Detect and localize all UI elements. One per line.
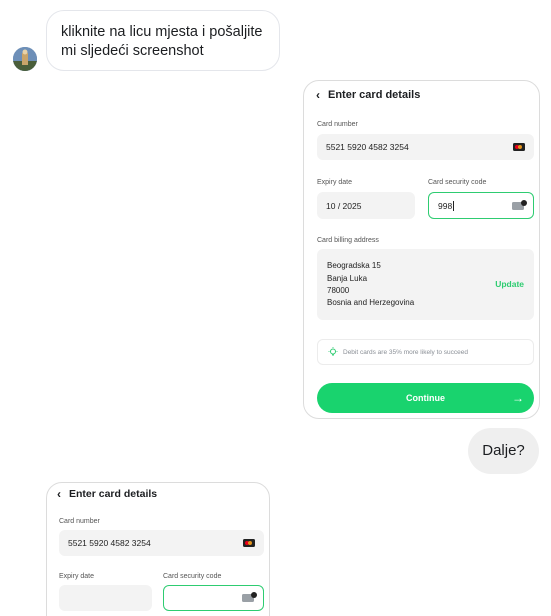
card-form-screenshot[interactable]: ‹ Enter card details Card number 5521 59…: [303, 80, 540, 419]
avatar[interactable]: [13, 47, 37, 71]
debit-tip: Debit cards are 35% more likely to succe…: [317, 339, 534, 365]
address-line: Bosnia and Herzegovina: [327, 298, 415, 307]
update-address-link[interactable]: Update: [495, 279, 524, 289]
tip-text: Debit cards are 35% more likely to succe…: [343, 348, 469, 356]
form-title: Enter card details: [69, 488, 158, 500]
expiry-label: Expiry date: [59, 573, 95, 580]
back-arrow-icon[interactable]: ‹: [316, 88, 320, 102]
address-line: Beogradska 15: [327, 261, 381, 270]
back-arrow-icon[interactable]: ‹: [57, 487, 61, 501]
lightbulb-icon: [328, 347, 338, 356]
address-line: Banja Luka: [327, 274, 368, 283]
form-title: Enter card details: [328, 89, 421, 101]
billing-label: Card billing address: [317, 237, 379, 244]
security-code-field[interactable]: [163, 585, 264, 611]
avatar-image: [13, 47, 37, 71]
card-number-value: 5521 5920 4582 3254: [68, 538, 151, 548]
incoming-message: kliknite na licu mjesta i pošaljite mi s…: [46, 10, 280, 71]
card-number-label: Card number: [317, 121, 358, 128]
card-number-field[interactable]: 5521 5920 4582 3254: [59, 530, 264, 556]
continue-button[interactable]: Continue →: [317, 383, 534, 413]
expiry-label: Expiry date: [317, 179, 353, 186]
form-header: ‹ Enter card details: [316, 88, 420, 102]
cvc-card-icon: [242, 592, 257, 602]
card-number-value: 5521 5920 4582 3254: [326, 142, 409, 152]
outgoing-message: Dalje?: [468, 428, 539, 474]
mastercard-icon: [513, 143, 525, 151]
text-caret: [453, 200, 455, 211]
arrow-right-icon: →: [512, 391, 524, 405]
security-code-field[interactable]: 998: [428, 192, 534, 219]
billing-address-box[interactable]: Beogradska 15 Banja Luka 78000 Bosnia an…: [317, 249, 534, 320]
card-form-screenshot-repeat[interactable]: ‹ Enter card details Card number 5521 59…: [46, 482, 270, 616]
mastercard-icon: [243, 539, 255, 547]
card-number-label: Card number: [59, 518, 100, 525]
expiry-value: 10 / 2025: [326, 200, 362, 211]
cvc-card-icon: [512, 199, 527, 210]
security-code-label: Card security code: [163, 573, 222, 580]
card-number-field[interactable]: 5521 5920 4582 3254: [317, 134, 534, 160]
form-header: ‹ Enter card details: [57, 487, 157, 501]
security-code-label: Card security code: [428, 179, 487, 186]
expiry-field[interactable]: [59, 585, 152, 611]
security-code-value: 998: [438, 200, 453, 211]
address-line: 78000: [327, 286, 350, 295]
continue-label: Continue: [406, 393, 445, 403]
expiry-field[interactable]: 10 / 2025: [317, 192, 415, 219]
